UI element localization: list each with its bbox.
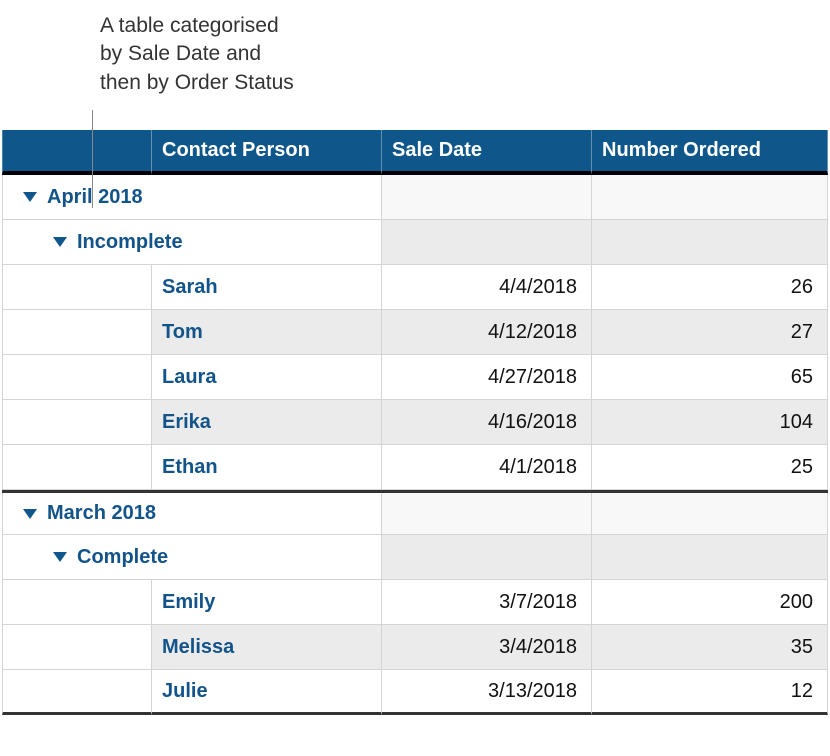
empty-cell xyxy=(592,175,828,219)
cell-contact: Tom xyxy=(152,310,382,355)
column-header-number-ordered: Number Ordered xyxy=(592,130,828,175)
cell-contact: Erika xyxy=(152,400,382,445)
cell-number-ordered: 26 xyxy=(592,265,828,310)
cell-number-ordered: 104 xyxy=(592,400,828,445)
group-label: April 2018 xyxy=(47,186,143,209)
group-row-month[interactable]: April 2018 xyxy=(2,175,828,220)
cell-sale-date: 3/13/2018 xyxy=(382,670,592,715)
cell-sale-date: 4/27/2018 xyxy=(382,355,592,400)
subgroup-label: Complete xyxy=(77,546,168,569)
table-row: Erika 4/16/2018 104 xyxy=(2,400,828,445)
column-header-contact: Contact Person xyxy=(152,130,382,175)
disclosure-triangle-icon[interactable] xyxy=(23,509,37,519)
cell-contact: Melissa xyxy=(152,625,382,670)
caption-line: then by Order Status xyxy=(100,69,294,97)
empty-cell xyxy=(382,220,592,264)
cell-sale-date: 4/12/2018 xyxy=(382,310,592,355)
cell-number-ordered: 27 xyxy=(592,310,828,355)
empty-cell xyxy=(592,535,828,579)
gutter-cell xyxy=(2,400,152,445)
cell-contact: Laura xyxy=(152,355,382,400)
cell-sale-date: 3/7/2018 xyxy=(382,580,592,625)
table-row: Tom 4/12/2018 27 xyxy=(2,310,828,355)
group-row-status[interactable]: Incomplete xyxy=(2,220,828,265)
gutter-cell xyxy=(2,580,152,625)
gutter-cell xyxy=(2,670,152,715)
table-header-row: Contact Person Sale Date Number Ordered xyxy=(2,130,828,175)
empty-cell xyxy=(382,535,592,579)
gutter-cell xyxy=(2,265,152,310)
table-row: Emily 3/7/2018 200 xyxy=(2,580,828,625)
table-row: Ethan 4/1/2018 25 xyxy=(2,445,828,490)
group-row-month[interactable]: March 2018 xyxy=(2,490,828,535)
cell-number-ordered: 65 xyxy=(592,355,828,400)
cell-sale-date: 4/4/2018 xyxy=(382,265,592,310)
cell-sale-date: 4/1/2018 xyxy=(382,445,592,490)
categorised-table: Contact Person Sale Date Number Ordered … xyxy=(2,130,828,715)
disclosure-triangle-icon[interactable] xyxy=(53,552,67,562)
subgroup-label: Incomplete xyxy=(77,231,183,254)
cell-number-ordered: 25 xyxy=(592,445,828,490)
callout-leader-line xyxy=(92,110,93,208)
caption-line: A table categorised xyxy=(100,12,294,40)
table-row: Sarah 4/4/2018 26 xyxy=(2,265,828,310)
column-header-sale-date: Sale Date xyxy=(382,130,592,175)
gutter-cell xyxy=(2,355,152,400)
empty-cell xyxy=(382,175,592,219)
caption-line: by Sale Date and xyxy=(100,40,294,68)
cell-sale-date: 4/16/2018 xyxy=(382,400,592,445)
table-row: Melissa 3/4/2018 35 xyxy=(2,625,828,670)
group-row-status[interactable]: Complete xyxy=(2,535,828,580)
disclosure-triangle-icon[interactable] xyxy=(23,192,37,202)
empty-cell xyxy=(592,493,828,534)
table-row: Julie 3/13/2018 12 xyxy=(2,670,828,715)
cell-contact: Ethan xyxy=(152,445,382,490)
gutter-cell xyxy=(2,310,152,355)
gutter-cell xyxy=(2,625,152,670)
cell-contact: Julie xyxy=(152,670,382,715)
disclosure-triangle-icon[interactable] xyxy=(53,237,67,247)
empty-cell xyxy=(382,493,592,534)
cell-contact: Sarah xyxy=(152,265,382,310)
empty-cell xyxy=(592,220,828,264)
cell-number-ordered: 12 xyxy=(592,670,828,715)
gutter-cell xyxy=(2,445,152,490)
caption: A table categorised by Sale Date and the… xyxy=(100,12,294,97)
figure: A table categorised by Sale Date and the… xyxy=(0,0,830,715)
column-header-gutter xyxy=(2,130,152,175)
cell-contact: Emily xyxy=(152,580,382,625)
cell-number-ordered: 35 xyxy=(592,625,828,670)
group-label: March 2018 xyxy=(47,502,156,525)
cell-sale-date: 3/4/2018 xyxy=(382,625,592,670)
cell-number-ordered: 200 xyxy=(592,580,828,625)
table-row: Laura 4/27/2018 65 xyxy=(2,355,828,400)
